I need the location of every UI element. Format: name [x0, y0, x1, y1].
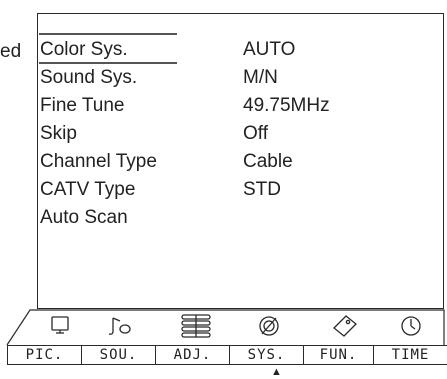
tab-fun[interactable]: FUN.	[303, 346, 373, 364]
menu-row-label: Auto Scan	[40, 207, 128, 228]
menu-row-value: Off	[243, 123, 268, 144]
menu-row-value: AUTO	[243, 39, 296, 60]
menu-row-label: Fine Tune	[40, 95, 125, 116]
tab-strip-outline	[6, 309, 445, 346]
tab-time[interactable]: TIME	[373, 346, 447, 364]
menu-row-label: Skip	[40, 123, 77, 144]
menu-row-value: STD	[243, 179, 281, 200]
monitor-icon	[51, 316, 69, 334]
tab-adj[interactable]: ADJ.	[155, 346, 229, 364]
function-tag-icon	[333, 315, 357, 337]
menu-row-sound-sys[interactable]: Sound Sys. M/N	[40, 64, 400, 92]
tab-sou[interactable]: SOU.	[81, 346, 155, 364]
music-note-icon	[108, 317, 131, 335]
tab-label: PIC.	[25, 347, 64, 363]
tab-icon-strip	[0, 306, 447, 346]
menu-row-skip[interactable]: Skip Off	[40, 120, 400, 148]
menu-row-value: 49.75MHz	[243, 95, 330, 116]
clock-icon	[401, 316, 421, 336]
menu-row-fine-tune[interactable]: Fine Tune 49.75MHz	[40, 92, 400, 120]
selection-top-line	[39, 33, 177, 35]
tab-sys[interactable]: SYS.	[229, 346, 303, 364]
menu-row-catv-type[interactable]: CATV Type STD	[40, 176, 400, 204]
tab-pic[interactable]: PIC.	[7, 346, 81, 364]
menu-row-label: CATV Type	[40, 179, 136, 200]
menu-row-value: M/N	[243, 67, 278, 88]
clipped-text: ed	[0, 41, 22, 62]
menu-row-label: Sound Sys.	[40, 67, 138, 88]
tab-label: TIME	[391, 347, 430, 363]
tab-label: ADJ.	[173, 347, 212, 363]
satellite-dish-icon	[259, 316, 279, 336]
menu-row-label: Color Sys.	[40, 39, 128, 60]
tab-label: SYS.	[247, 347, 286, 363]
menu-row-value: Cable	[243, 151, 293, 172]
tab-label: FUN.	[319, 347, 358, 363]
adjust-sliders-icon	[181, 314, 211, 338]
menu-tab-bar: PIC. SOU. ADJ. SYS. FUN. TIME	[7, 345, 447, 365]
menu-row-auto-scan[interactable]: Auto Scan	[40, 204, 400, 232]
menu-row-label: Channel Type	[40, 151, 157, 172]
active-tab-pointer: ▲	[271, 366, 282, 378]
menu-row-color-sys[interactable]: Color Sys. AUTO	[40, 36, 400, 64]
tab-label: SOU.	[99, 347, 138, 363]
menu-row-channel-type[interactable]: Channel Type Cable	[40, 148, 400, 176]
tab-rail-line	[6, 309, 445, 346]
